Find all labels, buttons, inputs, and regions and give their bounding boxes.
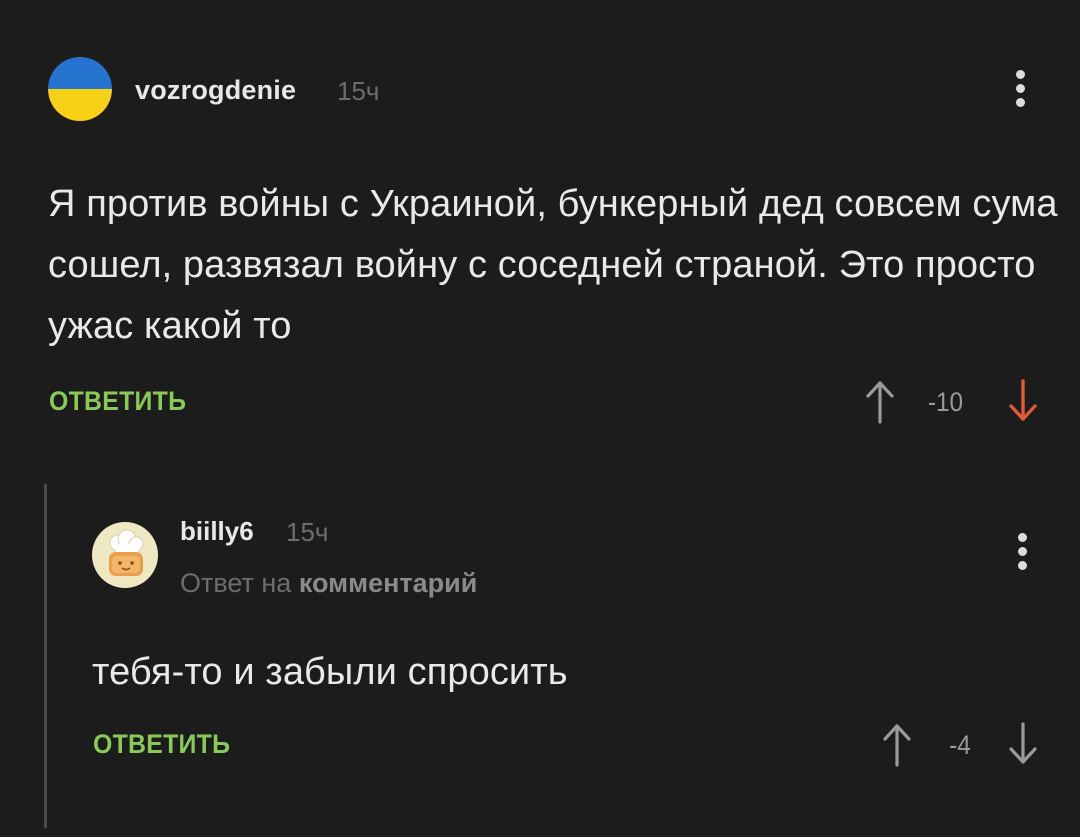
chef-avatar-icon[interactable] [92,522,158,588]
ukraine-flag-icon[interactable] [48,57,112,121]
upvote-arrow-icon[interactable] [863,378,897,424]
reply-to-prefix: Ответ на [180,568,292,598]
comments-page: vozrogdenie 15ч Я против войны с Украино… [0,0,1080,837]
reply-score: -4 [949,730,971,760]
comment-time: 15ч [337,76,380,106]
comment-text: Я против войны с Украиной, бункерный дед… [48,183,1058,347]
reply-time: 15ч [286,517,329,547]
downvote-arrow-icon[interactable] [1006,721,1040,767]
more-options-icon[interactable] [1015,533,1029,570]
downvote-arrow-icon[interactable] [1006,378,1040,424]
comment-username[interactable]: vozrogdenie [135,75,296,106]
reply-text: тебя-то и забыли спросить [92,651,568,693]
more-options-icon[interactable] [1013,70,1027,107]
reply-to-label: Ответ на комментарий [180,568,477,599]
reply-to-comment-link[interactable]: комментарий [299,568,478,598]
thread-line [44,484,47,828]
reply-button[interactable]: ОТВЕТИТЬ [49,386,186,417]
comment-score: -10 [927,387,964,417]
upvote-arrow-icon[interactable] [880,721,914,767]
reply-button[interactable]: ОТВЕТИТЬ [93,729,230,760]
reply-username[interactable]: biilly6 [180,516,254,547]
